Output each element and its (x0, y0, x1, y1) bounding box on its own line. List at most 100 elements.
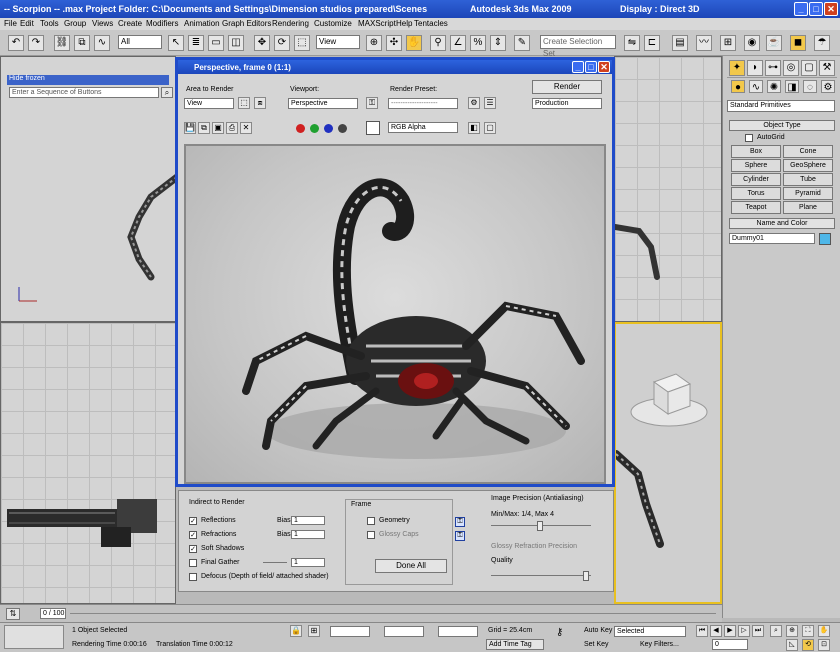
menu-tools[interactable]: Tools (40, 19, 59, 28)
defocus-checkbox[interactable] (189, 573, 197, 581)
toggle-ui-icon[interactable]: ▢ (484, 122, 496, 134)
image-precision-slider-thumb[interactable] (537, 521, 543, 531)
move-icon[interactable]: ✥ (254, 35, 270, 51)
menu-customize[interactable]: Customize (314, 19, 352, 28)
alpha-channel-toggle[interactable] (338, 124, 347, 133)
hide-frozen-link[interactable]: Hide frozen (9, 75, 45, 82)
tube-button[interactable]: Tube (783, 173, 833, 186)
reflections-spinner[interactable]: 1 (291, 516, 325, 525)
viewport-perspective-active[interactable] (614, 322, 722, 604)
cameras-icon[interactable]: ◨ (785, 80, 799, 93)
go-to-start-icon[interactable]: ⏮ (696, 625, 708, 637)
done-all-button[interactable]: Done All (375, 559, 447, 573)
render-preset-select[interactable]: -------------------- (388, 98, 458, 109)
sequence-search-field[interactable]: Enter a Sequence of Buttons (9, 87, 159, 98)
set-key-button[interactable]: Set Key (584, 641, 609, 648)
modify-tab-icon[interactable]: ◗ (747, 60, 763, 76)
display-channel-select[interactable]: RGB Alpha (388, 122, 458, 133)
undo-icon[interactable]: ↶ (8, 35, 24, 51)
keyboard-shortcut-icon[interactable]: ✋ (406, 35, 422, 51)
viewport-left[interactable] (0, 322, 176, 604)
mini-curve-editor-icon[interactable]: ⇅ (6, 608, 20, 620)
systems-icon[interactable]: ⚙ (821, 80, 835, 93)
viewcube-icon[interactable] (624, 364, 714, 434)
quick-render-icon[interactable]: ☂ (814, 35, 830, 51)
render-maximize-button[interactable]: □ (585, 61, 597, 73)
shapes-icon[interactable]: ∿ (749, 80, 763, 93)
minimize-button[interactable]: _ (794, 2, 808, 16)
menu-file[interactable]: File (4, 19, 17, 28)
environment-icon[interactable]: ☰ (484, 97, 496, 109)
field-of-view-icon[interactable]: ◺ (786, 639, 798, 651)
geometry-checkbox[interactable] (367, 517, 375, 525)
angle-snap-icon[interactable]: ∠ (450, 35, 466, 51)
select-by-name-icon[interactable]: ≣ (188, 35, 204, 51)
add-time-tag-button[interactable]: Add Time Tag (486, 639, 544, 650)
primitive-type-select[interactable]: Standard Primitives (727, 100, 835, 112)
snap-icon[interactable]: ⚲ (430, 35, 446, 51)
orbit-icon[interactable]: ⟲ (802, 639, 814, 651)
zoom-all-icon[interactable]: ⊕ (786, 625, 798, 637)
lock-viewport-icon[interactable]: ⚿ (366, 97, 378, 109)
menu-rendering[interactable]: Rendering (272, 19, 309, 28)
render-minimize-button[interactable]: _ (572, 61, 584, 73)
rectangular-selection-icon[interactable]: ▭ (208, 35, 224, 51)
key-icon[interactable]: ⚷ (556, 627, 563, 638)
soft-shadows-checkbox[interactable]: ✓ (189, 545, 197, 553)
named-selection-set-field[interactable]: Create Selection Set (540, 35, 616, 58)
timeline[interactable]: ⇅ 0 / 100 (0, 604, 722, 622)
x-coordinate-field[interactable] (330, 626, 370, 637)
teapot-button[interactable]: Teapot (731, 201, 781, 214)
green-channel-toggle[interactable] (310, 124, 319, 133)
menu-tentacles[interactable]: Tentacles (414, 19, 448, 28)
create-tab-icon[interactable]: ✦ (729, 60, 745, 76)
viewport-select[interactable]: Perspective (288, 98, 358, 109)
unlink-icon[interactable]: ⧉ (74, 35, 90, 51)
name-and-color-rollout[interactable]: Name and Color (729, 218, 835, 229)
redo-icon[interactable]: ↷ (28, 35, 44, 51)
viewport-top[interactable]: Hide frozen Enter a Sequence of Buttons … (0, 56, 176, 322)
pan-icon[interactable]: ✋ (818, 625, 830, 637)
spinner-snap-icon[interactable]: ⇕ (490, 35, 506, 51)
viewport-front[interactable] (614, 56, 722, 322)
mono-toggle-icon[interactable]: ◧ (468, 122, 480, 134)
absolute-mode-icon[interactable]: ⊞ (308, 625, 320, 637)
select-link-icon[interactable]: ⛓ (54, 35, 70, 51)
rendered-frame-window-icon[interactable]: ◼ (790, 35, 806, 51)
object-name-field[interactable]: Dummy01 (729, 233, 815, 244)
go-to-end-icon[interactable]: ⏭ (752, 625, 764, 637)
motion-tab-icon[interactable]: ◎ (783, 60, 799, 76)
lock-region-icon[interactable]: ⧈ (254, 97, 266, 109)
color-swatch[interactable] (366, 121, 380, 135)
window-crossing-icon[interactable]: ◫ (228, 35, 244, 51)
hierarchy-tab-icon[interactable]: ⊶ (765, 60, 781, 76)
utilities-tab-icon[interactable]: ⚒ (819, 60, 835, 76)
production-select[interactable]: Production (532, 98, 602, 109)
curve-editor-icon[interactable]: 〰 (696, 35, 712, 51)
geometry-lock-icon[interactable]: ⚿ (455, 517, 465, 527)
cone-button[interactable]: Cone (783, 145, 833, 158)
object-color-swatch[interactable] (819, 233, 831, 245)
close-button[interactable]: ✕ (824, 2, 838, 16)
selection-lock-icon[interactable]: 🔒 (290, 625, 302, 637)
clear-icon[interactable]: ✕ (240, 122, 252, 134)
cylinder-button[interactable]: Cylinder (731, 173, 781, 186)
current-frame-field[interactable]: 0 (712, 639, 748, 650)
display-tab-icon[interactable]: ▢ (801, 60, 817, 76)
maximize-viewport-icon[interactable]: ⊡ (818, 639, 830, 651)
search-icon[interactable]: ⌕ (161, 87, 173, 98)
scale-icon[interactable]: ⬚ (294, 35, 310, 51)
sphere-button[interactable]: Sphere (731, 159, 781, 172)
auto-key-button[interactable]: Auto Key (584, 627, 612, 634)
render-setup-small-icon[interactable]: ⚙ (468, 97, 480, 109)
rotate-icon[interactable]: ⟳ (274, 35, 290, 51)
render-setup-icon[interactable]: ☕ (766, 35, 782, 51)
print-icon[interactable]: ⎙ (226, 122, 238, 134)
maximize-button[interactable]: □ (809, 2, 823, 16)
menu-views[interactable]: Views (92, 19, 113, 28)
region-icon[interactable]: ⬚ (238, 97, 250, 109)
pivot-center-icon[interactable]: ⊕ (366, 35, 382, 51)
frame-counter[interactable]: 0 / 100 (40, 608, 66, 619)
quality-slider-thumb[interactable] (583, 571, 589, 581)
final-gather-slider[interactable] (263, 562, 287, 563)
